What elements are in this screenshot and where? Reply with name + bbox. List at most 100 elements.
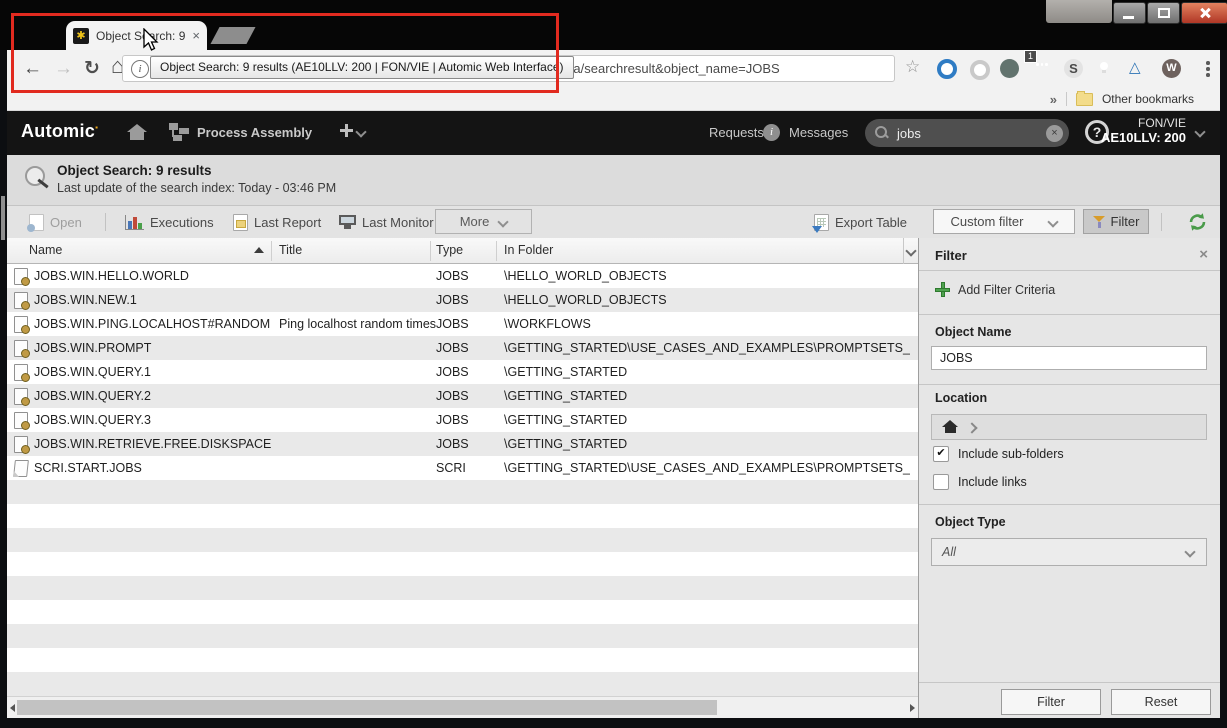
table-row[interactable]: JOBS.WIN.PROMPTJOBS\GETTING_STARTED\USE_… xyxy=(7,336,918,360)
divider xyxy=(1066,92,1067,106)
last-monitor-button[interactable]: Last Monitor xyxy=(339,206,434,238)
chevron-down-icon xyxy=(1048,216,1059,227)
apply-filter-button[interactable]: Filter xyxy=(1001,689,1101,715)
minimize-button[interactable] xyxy=(1113,2,1146,24)
column-header-folder[interactable]: In Folder xyxy=(504,243,553,257)
job-object-icon xyxy=(14,268,28,285)
table-row[interactable]: JOBS.WIN.HELLO.WORLDJOBS\HELLO_WORLD_OBJ… xyxy=(7,264,918,288)
extension-blue-ring-icon[interactable] xyxy=(937,59,957,79)
extension-globe-icon[interactable] xyxy=(1000,59,1019,78)
client-menu[interactable]: FON/VIE AE10LLV: 200 xyxy=(1101,116,1186,145)
table-row[interactable]: JOBS.WIN.NEW.1JOBS\HELLO_WORLD_OBJECTS xyxy=(7,288,918,312)
extension-triangle-icon[interactable]: △ xyxy=(1129,58,1141,76)
job-object-icon xyxy=(14,340,28,357)
location-breadcrumb[interactable] xyxy=(931,414,1207,440)
table-row[interactable]: SCRI.START.JOBSSCRI\GETTING_STARTED\USE_… xyxy=(7,456,918,480)
last-report-button[interactable]: Last Report xyxy=(233,206,321,238)
reset-filter-button[interactable]: Reset xyxy=(1111,689,1211,715)
job-object-icon xyxy=(14,388,28,405)
open-button[interactable]: Open xyxy=(29,206,82,238)
other-bookmarks[interactable]: Other bookmarks xyxy=(1102,92,1194,106)
checkbox-unchecked[interactable] xyxy=(933,474,949,490)
process-assembly-icon xyxy=(169,123,189,141)
checkbox-checked[interactable]: ✔ xyxy=(933,446,949,462)
scroll-left-icon[interactable] xyxy=(10,704,15,712)
messages-link[interactable]: Messages xyxy=(789,125,848,140)
close-button[interactable] xyxy=(1181,2,1227,24)
table-row[interactable]: JOBS.WIN.QUERY.1JOBS\GETTING_STARTED xyxy=(7,360,918,384)
open-icon xyxy=(29,214,44,231)
extension-badge: 1 xyxy=(1024,50,1037,63)
column-header-name[interactable]: Name xyxy=(29,243,62,257)
global-search-input[interactable]: jobs × xyxy=(865,119,1069,147)
table-row[interactable]: JOBS.WIN.RETRIEVE.FREE.DISKSPACEJOBS\GET… xyxy=(7,432,918,456)
object-type-dropdown[interactable]: All xyxy=(931,538,1207,566)
executions-button[interactable]: Executions xyxy=(125,206,214,238)
extension-s-icon[interactable]: S xyxy=(1064,59,1083,78)
extension-w-icon[interactable]: W xyxy=(1162,59,1181,78)
results-toolbar: Open Executions Last Report Last Monitor… xyxy=(7,206,1220,238)
table-row[interactable]: JOBS.WIN.QUERY.3JOBS\GETTING_STARTED xyxy=(7,408,918,432)
add-filter-criteria-button[interactable]: Add Filter Criteria xyxy=(935,282,1055,297)
bulb-icon xyxy=(1100,62,1108,70)
job-object-icon xyxy=(14,364,28,381)
divider xyxy=(105,213,106,231)
last-report-icon xyxy=(233,214,248,231)
root-folder-home-icon[interactable] xyxy=(942,420,958,434)
page-subtitle: Last update of the search index: Today -… xyxy=(57,181,336,195)
bookmarks-overflow-icon[interactable]: » xyxy=(1050,92,1057,107)
job-object-icon xyxy=(14,316,28,333)
divider xyxy=(1161,213,1162,231)
scroll-right-icon[interactable] xyxy=(910,704,915,712)
extension-gray-ring-icon[interactable] xyxy=(970,60,990,80)
bookmark-star-icon[interactable]: ☆ xyxy=(905,57,920,77)
scrollbar-thumb[interactable] xyxy=(17,700,717,715)
table-row[interactable]: JOBS.WIN.QUERY.2JOBS\GETTING_STARTED xyxy=(7,384,918,408)
horizontal-scrollbar[interactable] xyxy=(7,696,918,718)
export-table-button[interactable]: Export Table xyxy=(814,206,907,238)
nav-process-assembly[interactable]: Process Assembly xyxy=(169,123,312,141)
restore-icon xyxy=(1158,8,1170,18)
filter-panel-close-icon[interactable]: × xyxy=(1199,246,1208,263)
table-row[interactable]: JOBS.WIN.PING.LOCALHOST#RANDOMPing local… xyxy=(7,312,918,336)
filter-panel: Filter × Add Filter Criteria Object Name… xyxy=(918,238,1220,718)
app-home-icon[interactable] xyxy=(127,124,147,140)
search-value: jobs xyxy=(897,126,1046,141)
funnel-icon xyxy=(1093,215,1106,228)
clear-search-icon[interactable]: × xyxy=(1046,125,1063,142)
restore-button[interactable] xyxy=(1147,2,1180,24)
client-connection: AE10LLV: 200 xyxy=(1101,130,1186,145)
empty-rows xyxy=(7,480,918,696)
filter-panel-title: Filter xyxy=(935,248,967,263)
sort-ascending-icon xyxy=(254,247,264,253)
requests-link[interactable]: Requests xyxy=(709,125,764,140)
add-view-button[interactable] xyxy=(339,124,365,140)
job-object-icon xyxy=(14,412,28,429)
export-table-icon xyxy=(814,214,829,231)
object-name-label: Object Name xyxy=(935,325,1011,339)
job-object-icon xyxy=(14,292,28,309)
object-search-icon xyxy=(23,164,49,192)
custom-filter-dropdown[interactable]: Custom filter xyxy=(933,209,1075,234)
chevron-down-icon xyxy=(498,216,509,227)
include-subfolders-option[interactable]: ✔ Include sub-folders xyxy=(933,446,1064,462)
include-links-option[interactable]: Include links xyxy=(933,474,1027,490)
filter-toggle-button[interactable]: Filter xyxy=(1083,209,1149,234)
script-object-icon xyxy=(13,460,29,477)
more-dropdown[interactable]: More xyxy=(435,209,532,234)
chevron-right-icon xyxy=(966,422,977,433)
messages-info-icon: i xyxy=(763,124,780,141)
browser-menu-icon[interactable] xyxy=(1200,59,1216,79)
annotation-highlight-box xyxy=(11,13,559,93)
close-icon xyxy=(1199,7,1211,19)
last-monitor-icon xyxy=(339,215,356,230)
results-table: Name Title Type In Folder JOBS.WIN.HELLO… xyxy=(7,238,918,718)
table-header: Name Title Type In Folder xyxy=(7,238,918,264)
column-header-type[interactable]: Type xyxy=(436,243,463,257)
column-header-title[interactable]: Title xyxy=(279,243,302,257)
column-menu-button[interactable] xyxy=(903,238,918,264)
location-label: Location xyxy=(935,391,987,405)
refresh-icon[interactable] xyxy=(1187,212,1208,237)
object-name-input[interactable] xyxy=(931,346,1207,370)
executions-icon xyxy=(125,215,144,230)
